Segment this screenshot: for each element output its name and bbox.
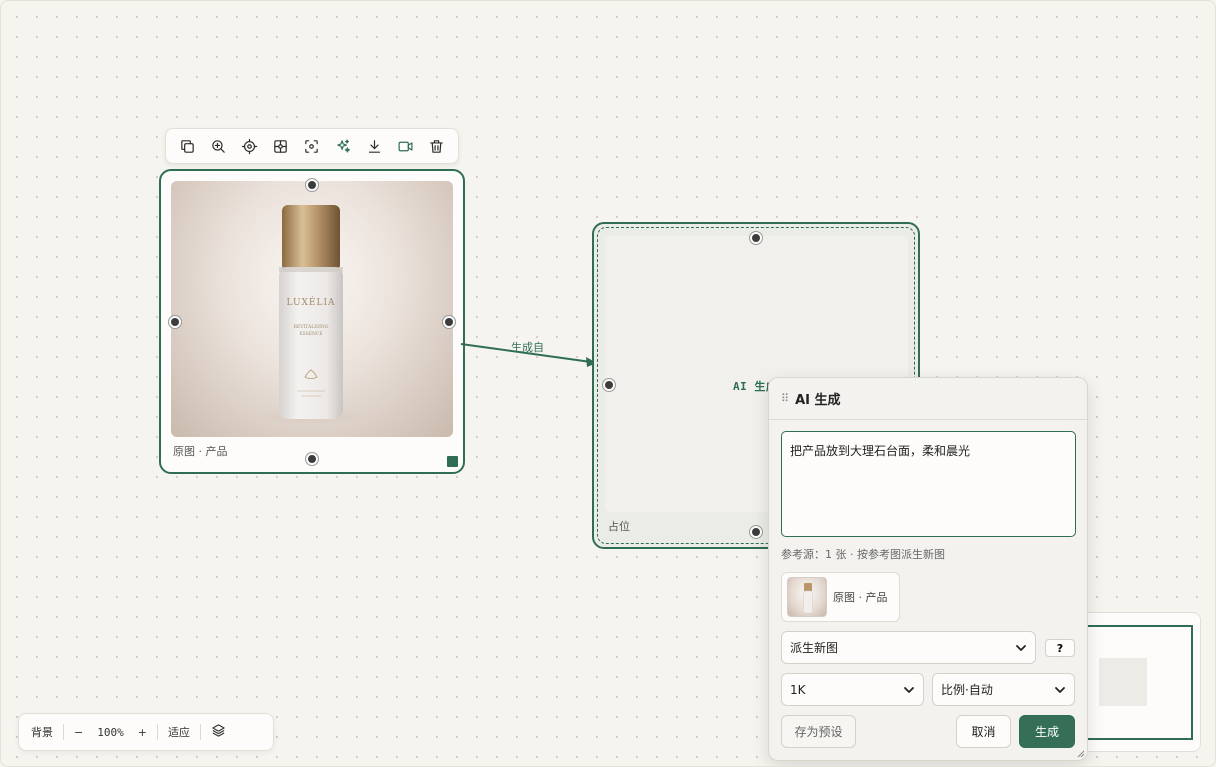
layers-icon: [212, 724, 225, 737]
fit-button[interactable]: 适应: [162, 724, 196, 740]
reference-label: 原图 · 产品: [833, 591, 888, 604]
port-top[interactable]: [750, 232, 762, 244]
mode-select-value: 派生新图: [790, 641, 839, 655]
edge-label: 生成自: [511, 341, 544, 354]
canvas[interactable]: LUXÉLIA REVITALISING ESSENCE 原图 · 产品 生成自…: [0, 0, 1216, 767]
ratio-select-value: 比例·自动: [941, 683, 993, 697]
generate-button[interactable]: 生成: [1019, 715, 1075, 748]
resolution-select-value: 1K: [790, 682, 806, 697]
prompt-input[interactable]: [781, 431, 1076, 537]
panel-title: AI 生成: [795, 393, 841, 408]
chevron-down-icon: [1055, 686, 1065, 693]
divider: [156, 724, 158, 740]
divider: [199, 724, 201, 740]
zoom-in-button[interactable]: +: [132, 726, 153, 739]
port-bottom[interactable]: [750, 526, 762, 538]
reference-info: 参考源：1 张 · 按参考图派生新图: [781, 548, 945, 561]
port-left[interactable]: [603, 379, 615, 391]
zoom-bar: 背景 − 100% + 适应: [18, 713, 274, 751]
divider: [63, 724, 64, 740]
placeholder-caption: 占位: [608, 520, 630, 533]
zoom-level: 100%: [97, 725, 124, 739]
help-button[interactable]: ?: [1045, 639, 1075, 657]
background-button[interactable]: 背景: [25, 724, 59, 740]
ratio-select[interactable]: 比例·自动: [932, 673, 1075, 706]
resolution-select[interactable]: 1K: [781, 673, 924, 706]
reference-chip[interactable]: 原图 · 产品: [781, 572, 900, 622]
minimap-node: [1099, 658, 1147, 706]
reference-thumbnail: [787, 577, 827, 617]
cancel-button[interactable]: 取消: [956, 715, 1011, 748]
panel-resize-icon[interactable]: [1077, 750, 1085, 758]
drag-handle-icon[interactable]: ⠿: [781, 392, 789, 405]
zoom-out-button[interactable]: −: [68, 726, 89, 739]
panel-header[interactable]: ⠿ AI 生成: [769, 378, 1087, 420]
layers-button[interactable]: [205, 723, 232, 741]
ai-generate-panel: ⠿ AI 生成 参考源：1 张 · 按参考图派生新图 原图 · 产品 派生新图 …: [768, 377, 1088, 761]
mode-select[interactable]: 派生新图: [781, 631, 1036, 664]
chevron-down-icon: [904, 686, 914, 693]
save-preset-button[interactable]: 存为预设: [781, 715, 856, 748]
chevron-down-icon: [1016, 644, 1026, 651]
